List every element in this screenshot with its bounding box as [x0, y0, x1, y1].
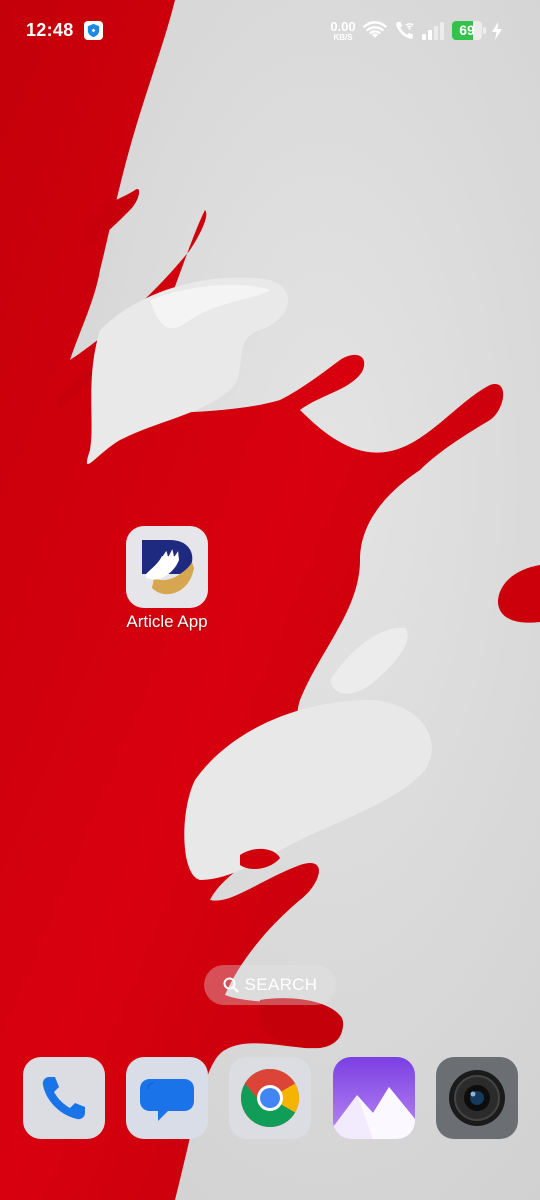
- messages-icon[interactable]: [126, 1057, 208, 1139]
- phone-icon[interactable]: [23, 1057, 105, 1139]
- article-app-logo: [142, 540, 194, 595]
- chrome-glyph: [241, 1069, 299, 1127]
- shield-icon: [84, 21, 103, 40]
- network-speed-value: 0.00: [330, 19, 356, 34]
- signal-icon: [422, 22, 444, 40]
- search-label: SEARCH: [244, 975, 318, 994]
- network-speed: 0.00 KB/S: [327, 20, 359, 42]
- charging-bolt-icon: [492, 22, 502, 40]
- search-icon: [223, 977, 239, 993]
- battery-cap: [483, 27, 486, 34]
- camera-glyph: [449, 1070, 505, 1126]
- status-time: 12:48: [26, 20, 74, 40]
- wifi-icon: [363, 21, 387, 38]
- messages-glyph: [140, 1079, 194, 1121]
- phone-glyph: [42, 1077, 85, 1120]
- battery-icon: 69: [452, 21, 486, 40]
- article-app-icon[interactable]: [126, 526, 208, 608]
- article-app-label[interactable]: Article App: [97, 612, 237, 632]
- wifi-call-icon: [396, 22, 414, 39]
- gallery-glyph: [333, 1057, 415, 1139]
- chrome-icon[interactable]: [229, 1057, 311, 1139]
- camera-icon[interactable]: [436, 1057, 518, 1139]
- network-speed-unit: KB/S: [333, 33, 353, 42]
- wallpaper: [0, 0, 540, 1200]
- status-bar: 12:48 0.00 KB/S 69: [0, 0, 540, 62]
- gallery-icon[interactable]: [333, 1057, 415, 1139]
- home-screen: 12:48 0.00 KB/S 69 Article App SEARCH: [0, 0, 540, 1200]
- search-button[interactable]: SEARCH: [204, 965, 336, 1005]
- battery-percent: 69: [459, 22, 475, 38]
